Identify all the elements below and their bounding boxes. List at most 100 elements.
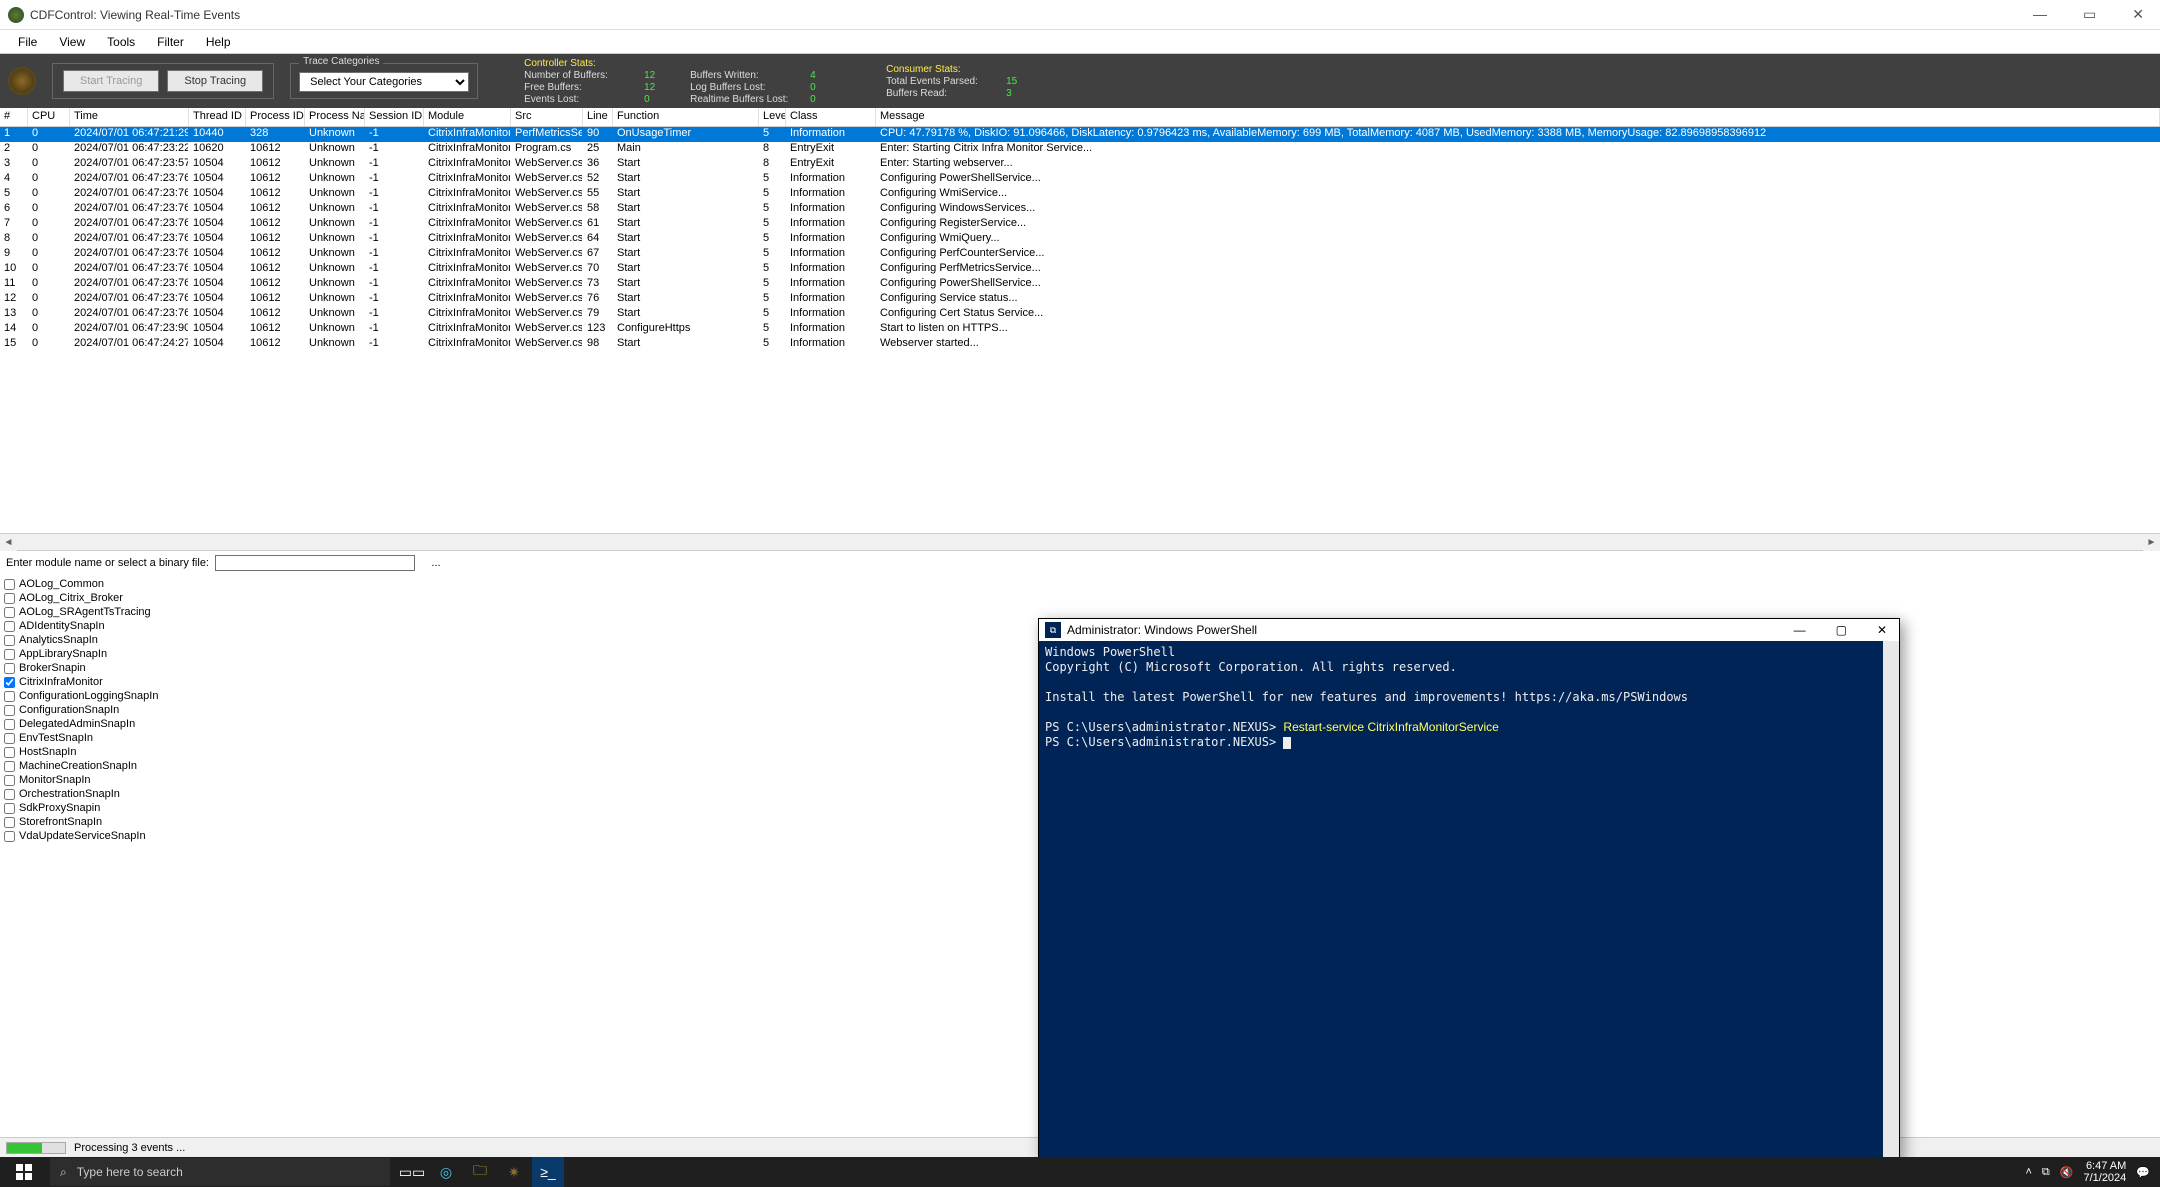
horizontal-scrollbar[interactable]: ◄ ►: [0, 533, 2160, 550]
module-checkbox[interactable]: [4, 607, 15, 618]
table-row[interactable]: 802024/07/01 06:47:23:760211050410612Unk…: [0, 232, 2160, 247]
module-checkbox[interactable]: [4, 691, 15, 702]
column-header[interactable]: Line: [583, 108, 613, 126]
column-header[interactable]: Message: [876, 108, 2160, 126]
browse-button[interactable]: ...: [421, 557, 451, 569]
powershell-window[interactable]: ⧉ Administrator: Windows PowerShell — ▢ …: [1038, 618, 1900, 1163]
table-row[interactable]: 202024/07/01 06:47:23:227311062010612Unk…: [0, 142, 2160, 157]
module-checkbox[interactable]: [4, 649, 15, 660]
start-button[interactable]: [0, 1157, 48, 1187]
module-checkbox[interactable]: [4, 789, 15, 800]
table-cell: 10504: [189, 157, 246, 172]
module-checkbox[interactable]: [4, 747, 15, 758]
column-header[interactable]: Module: [424, 108, 511, 126]
module-checkbox-item[interactable]: AOLog_Common: [4, 577, 2156, 591]
powershell-taskbar-icon[interactable]: ≥_: [532, 1157, 564, 1187]
table-row[interactable]: 1302024/07/01 06:47:23:760231050410612Un…: [0, 307, 2160, 322]
table-row[interactable]: 902024/07/01 06:47:23:760211050410612Unk…: [0, 247, 2160, 262]
column-header[interactable]: Function: [613, 108, 759, 126]
taskbar-search[interactable]: ⌕ Type here to search: [50, 1158, 390, 1186]
column-header[interactable]: Process ID: [246, 108, 305, 126]
stop-tracing-button[interactable]: Stop Tracing: [167, 70, 263, 92]
module-checkbox[interactable]: [4, 775, 15, 786]
module-checkbox[interactable]: [4, 635, 15, 646]
cdfcontrol-taskbar-icon[interactable]: ✷: [498, 1157, 530, 1187]
table-row[interactable]: 102024/07/01 06:47:21:2947310440328Unkno…: [0, 127, 2160, 142]
module-name: OrchestrationSnapIn: [19, 788, 120, 800]
table-row[interactable]: 702024/07/01 06:47:23:760211050410612Unk…: [0, 217, 2160, 232]
column-header[interactable]: Thread ID: [189, 108, 246, 126]
tray-chevron-icon[interactable]: ˄: [2025, 1166, 2031, 1178]
column-header[interactable]: Src: [511, 108, 583, 126]
module-checkbox[interactable]: [4, 733, 15, 744]
table-cell: 2024/07/01 06:47:23:57224: [70, 157, 189, 172]
menu-view[interactable]: View: [49, 33, 95, 51]
menu-filter[interactable]: Filter: [147, 33, 194, 51]
table-row[interactable]: 1002024/07/01 06:47:23:760211050410612Un…: [0, 262, 2160, 277]
table-row[interactable]: 402024/07/01 06:47:23:760181050410612Unk…: [0, 172, 2160, 187]
table-row[interactable]: 1202024/07/01 06:47:23:760231050410612Un…: [0, 292, 2160, 307]
powershell-title: Administrator: Windows PowerShell: [1067, 623, 1257, 637]
scroll-left-icon[interactable]: ◄: [0, 534, 17, 551]
module-checkbox[interactable]: [4, 761, 15, 772]
explorer-icon[interactable]: 🗀: [464, 1157, 496, 1187]
edge-icon[interactable]: ◎: [430, 1157, 462, 1187]
module-checkbox[interactable]: [4, 677, 15, 688]
stat-label: Buffers Written:: [690, 70, 810, 81]
minimize-button[interactable]: —: [2025, 6, 2055, 23]
column-header[interactable]: Class: [786, 108, 876, 126]
close-button[interactable]: ✕: [2124, 6, 2152, 23]
ps-minimize-button[interactable]: —: [1788, 623, 1812, 637]
powershell-console[interactable]: Windows PowerShell Copyright (C) Microso…: [1039, 641, 1883, 1162]
powershell-titlebar[interactable]: ⧉ Administrator: Windows PowerShell — ▢ …: [1039, 619, 1899, 641]
table-row[interactable]: 602024/07/01 06:47:23:760201050410612Unk…: [0, 202, 2160, 217]
module-checkbox[interactable]: [4, 831, 15, 842]
column-header[interactable]: Session ID: [365, 108, 424, 126]
menu-help[interactable]: Help: [196, 33, 241, 51]
table-row[interactable]: 1402024/07/01 06:47:23:900981050410612Un…: [0, 322, 2160, 337]
module-checkbox[interactable]: [4, 817, 15, 828]
scroll-right-icon[interactable]: ►: [2143, 534, 2160, 551]
module-checkbox[interactable]: [4, 705, 15, 716]
menu-file[interactable]: File: [8, 33, 47, 51]
table-row[interactable]: 502024/07/01 06:47:23:760201050410612Unk…: [0, 187, 2160, 202]
menu-tools[interactable]: Tools: [97, 33, 145, 51]
tray-network-icon[interactable]: ⧉: [2042, 1166, 2050, 1179]
table-row[interactable]: 1102024/07/01 06:47:23:760231050410612Un…: [0, 277, 2160, 292]
system-tray[interactable]: ˄ ⧉ 🔇 6:47 AM 7/1/2024 💬: [2025, 1160, 2160, 1184]
task-view-icon[interactable]: ▭▭: [396, 1157, 428, 1187]
tray-sound-icon[interactable]: 🔇: [2060, 1166, 2074, 1179]
module-filter-input[interactable]: [215, 555, 415, 571]
trace-categories-select[interactable]: Select Your Categories: [299, 72, 469, 92]
module-checkbox[interactable]: [4, 579, 15, 590]
table-row[interactable]: 302024/07/01 06:47:23:572241050410612Unk…: [0, 157, 2160, 172]
table-cell: Configuring RegisterService...: [876, 217, 2160, 232]
ps-close-button[interactable]: ✕: [1871, 623, 1893, 637]
module-checkbox[interactable]: [4, 803, 15, 814]
column-header[interactable]: Time: [70, 108, 189, 126]
module-checkbox-item[interactable]: AOLog_SRAgentTsTracing: [4, 605, 2156, 619]
events-grid[interactable]: #CPUTimeThread IDProcess IDProcess NameS…: [0, 108, 2160, 533]
table-cell: 2024/07/01 06:47:23:76023: [70, 307, 189, 322]
tray-clock[interactable]: 6:47 AM 7/1/2024: [2083, 1160, 2126, 1184]
module-checkbox[interactable]: [4, 621, 15, 632]
maximize-button[interactable]: ▭: [2075, 6, 2104, 23]
module-checkbox-item[interactable]: AOLog_Citrix_Broker: [4, 591, 2156, 605]
module-checkbox[interactable]: [4, 663, 15, 674]
column-header[interactable]: CPU: [28, 108, 70, 126]
module-name: MonitorSnapIn: [19, 774, 91, 786]
column-header[interactable]: Level: [759, 108, 786, 126]
stat-value: 0: [644, 94, 674, 105]
column-header[interactable]: Process Name: [305, 108, 365, 126]
notifications-icon[interactable]: 💬: [2136, 1166, 2150, 1179]
module-checkbox[interactable]: [4, 719, 15, 730]
table-row[interactable]: 1502024/07/01 06:47:24:271091050410612Un…: [0, 337, 2160, 352]
column-header[interactable]: #: [0, 108, 28, 126]
start-tracing-button[interactable]: Start Tracing: [63, 70, 159, 92]
table-cell: Start to listen on HTTPS...: [876, 322, 2160, 337]
table-cell: 2024/07/01 06:47:24:27109: [70, 337, 189, 352]
ps-scrollbar[interactable]: [1883, 641, 1899, 1162]
ps-maximize-button[interactable]: ▢: [1830, 623, 1853, 637]
module-checkbox[interactable]: [4, 593, 15, 604]
table-cell: Configuring Service status...: [876, 292, 2160, 307]
